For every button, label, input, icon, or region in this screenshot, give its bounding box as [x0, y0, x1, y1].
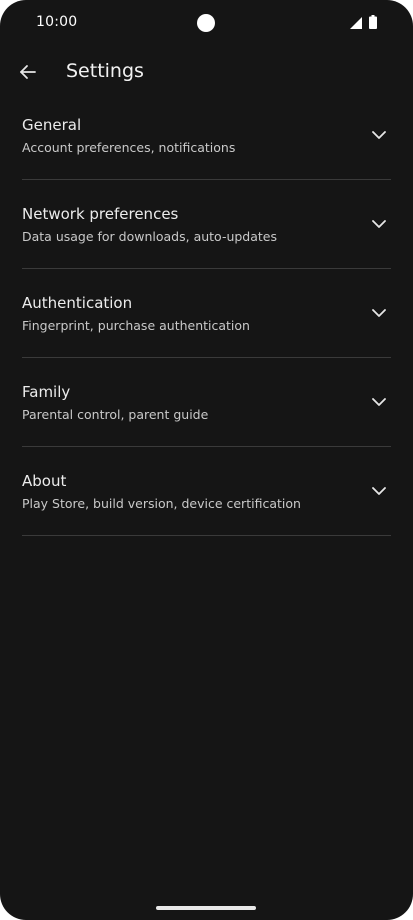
signal-icon	[350, 17, 362, 29]
expand-family-button[interactable]	[367, 390, 391, 414]
status-bar: 10:00	[0, 0, 413, 44]
chevron-down-icon	[372, 487, 386, 495]
item-title: General	[22, 116, 82, 134]
settings-item-authentication[interactable]: Authentication Fingerprint, purchase aut…	[22, 269, 391, 358]
camera-cutout	[197, 14, 215, 32]
item-title: Authentication	[22, 294, 133, 312]
item-title: Network preferences	[22, 205, 179, 223]
expand-authentication-button[interactable]	[367, 301, 391, 325]
home-indicator[interactable]	[156, 906, 256, 910]
item-subtitle: Data usage for downloads, auto-updates	[22, 229, 278, 244]
expand-network-preferences-button[interactable]	[367, 212, 391, 236]
chevron-down-icon	[372, 131, 386, 139]
app-bar: Settings	[0, 48, 413, 96]
settings-item-general[interactable]: General Account preferences, notificatio…	[22, 91, 391, 180]
status-time: 10:00	[36, 14, 78, 30]
item-title: Family	[22, 383, 71, 401]
settings-item-about[interactable]: About Play Store, build version, device …	[22, 447, 391, 536]
settings-item-network-preferences[interactable]: Network preferences Data usage for downl…	[22, 180, 391, 269]
chevron-down-icon	[372, 220, 386, 228]
expand-about-button[interactable]	[367, 479, 391, 503]
expand-general-button[interactable]	[367, 123, 391, 147]
chevron-down-icon	[372, 398, 386, 406]
page-title: Settings	[66, 60, 144, 82]
back-button[interactable]	[10, 54, 46, 90]
settings-list: General Account preferences, notificatio…	[22, 91, 391, 536]
item-subtitle: Account preferences, notifications	[22, 140, 236, 155]
arrow-back-icon	[20, 65, 36, 79]
item-subtitle: Play Store, build version, device certif…	[22, 496, 301, 511]
item-subtitle: Fingerprint, purchase authentication	[22, 318, 250, 333]
battery-icon	[369, 15, 377, 29]
settings-item-family[interactable]: Family Parental control, parent guide	[22, 358, 391, 447]
item-subtitle: Parental control, parent guide	[22, 407, 209, 422]
phone-screen: 10:00 Settings General Account preferenc…	[0, 0, 413, 920]
chevron-down-icon	[372, 309, 386, 317]
item-title: About	[22, 472, 67, 490]
